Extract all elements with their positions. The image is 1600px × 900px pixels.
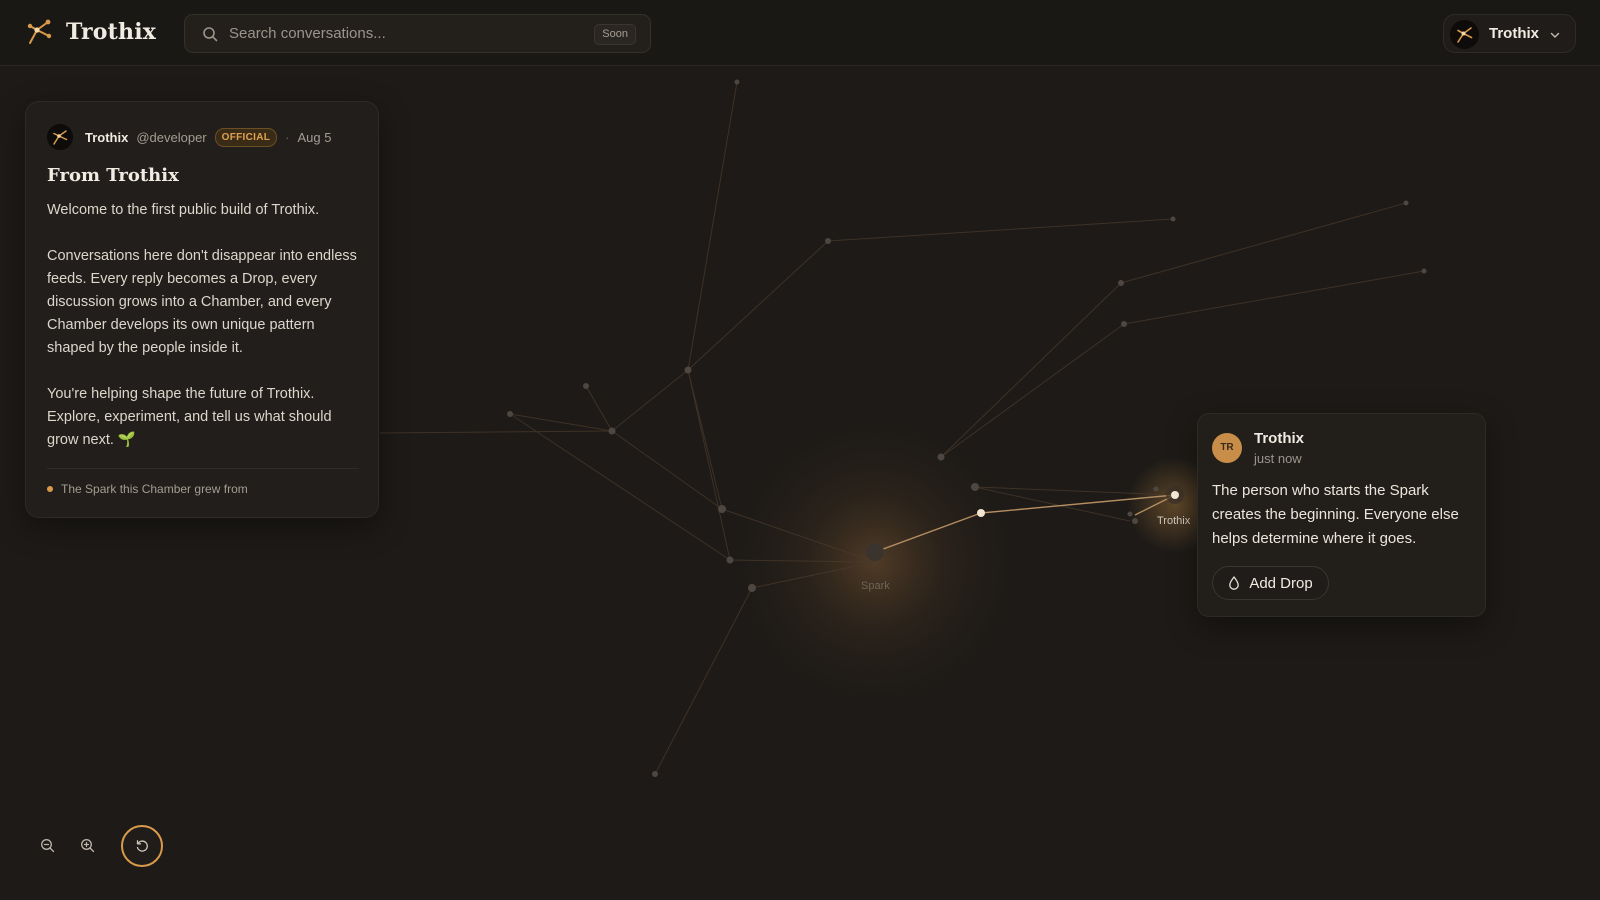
graph-node[interactable] — [583, 383, 589, 389]
graph-node[interactable] — [1403, 200, 1409, 206]
divider — [47, 468, 359, 469]
graph-node[interactable] — [608, 427, 616, 435]
graph-node[interactable] — [1118, 280, 1124, 286]
add-drop-label: Add Drop — [1249, 574, 1313, 592]
graph-edge — [687, 240, 829, 371]
separator-dot: · — [285, 129, 290, 145]
graph-node[interactable] — [748, 584, 756, 592]
reset-view-icon — [136, 839, 148, 852]
graph-edge — [585, 385, 613, 432]
graph-node[interactable] — [1170, 216, 1176, 222]
graph-edge — [654, 587, 753, 775]
graph-node[interactable] — [1153, 486, 1159, 492]
graph-edge — [379, 430, 613, 434]
soon-badge: Soon — [594, 24, 636, 45]
zoom-controls — [25, 822, 165, 868]
graph-edge — [1120, 202, 1407, 284]
post-paragraph: You're helping shape the future of Troth… — [47, 386, 332, 448]
zoom-in-button[interactable] — [73, 831, 101, 859]
spark-label: Spark — [861, 580, 890, 592]
post-body: Welcome to the first public build of Tro… — [47, 199, 363, 475]
app-name: Trothix — [66, 19, 157, 45]
graph-node[interactable] — [718, 505, 726, 513]
graph-node[interactable] — [937, 453, 945, 461]
drop-author-avatar: TR — [1212, 433, 1242, 463]
spark-origin-note: The Spark this Chamber grew from — [47, 482, 248, 496]
droplet-icon — [1229, 576, 1240, 590]
post-paragraph: Conversations here don't disappear into … — [47, 248, 357, 356]
brand[interactable]: Trothix — [24, 17, 156, 47]
status-dot-icon — [47, 486, 53, 492]
spark-node[interactable] — [866, 543, 884, 561]
graph-node[interactable] — [652, 771, 658, 777]
trothix-logo-icon — [27, 19, 52, 44]
search-bar[interactable]: Soon — [184, 14, 651, 53]
post-date: Aug 5 — [297, 129, 332, 145]
graph-node[interactable] — [1421, 268, 1427, 274]
search-icon — [203, 27, 218, 42]
account-name: Trothix — [1489, 25, 1540, 42]
chevron-down-icon — [1550, 32, 1560, 39]
search-input[interactable] — [227, 15, 567, 52]
post-header: Trothix @developer OFFICIAL · Aug 5 — [47, 124, 331, 150]
active-node-label: Trothix — [1157, 515, 1191, 527]
account-menu[interactable]: Trothix — [1443, 14, 1576, 53]
graph-edge — [509, 413, 731, 561]
account-avatar — [1450, 20, 1479, 49]
graph-edge — [611, 369, 689, 432]
zoom-in-icon — [80, 838, 94, 852]
graph-node[interactable] — [1127, 511, 1133, 517]
graph-edge — [687, 369, 731, 561]
drop-author[interactable]: Trothix — [1254, 430, 1304, 447]
zoom-out-icon — [40, 838, 54, 852]
drop-popup-card: TR Trothix just now The person who start… — [1197, 413, 1486, 617]
post-author[interactable]: Trothix — [85, 130, 128, 145]
graph-node[interactable] — [971, 483, 979, 491]
spark-post-card: Trothix @developer OFFICIAL · Aug 5 From… — [25, 101, 379, 518]
add-drop-button[interactable]: Add Drop — [1212, 566, 1329, 600]
graph-node[interactable] — [726, 556, 734, 564]
official-badge: OFFICIAL — [214, 127, 278, 147]
graph-edge — [940, 323, 1125, 458]
active-node[interactable] — [1171, 491, 1179, 499]
zoom-out-button[interactable] — [33, 831, 61, 859]
graph-edge — [1123, 270, 1425, 325]
reset-view-button[interactable] — [121, 825, 163, 867]
graph-edge — [827, 218, 1174, 242]
drop-timestamp: just now — [1254, 451, 1302, 466]
drop-text: The person who starts the Spark creates … — [1212, 482, 1459, 547]
graph-node[interactable] — [825, 238, 831, 244]
graph-edge — [940, 282, 1122, 458]
graph-node[interactable] — [1132, 518, 1138, 524]
post-title: From Trothix — [47, 165, 179, 186]
top-bar: Trothix Soon Trothix — [0, 0, 1600, 66]
post-author-avatar — [47, 124, 73, 150]
graph-node[interactable] — [684, 366, 692, 374]
drop-node[interactable] — [977, 509, 985, 517]
graph-node[interactable] — [507, 411, 513, 417]
graph-edge — [687, 81, 738, 371]
graph-node[interactable] — [734, 79, 740, 85]
post-handle[interactable]: @developer — [136, 130, 206, 145]
graph-edge — [509, 413, 613, 432]
graph-node[interactable] — [1121, 321, 1127, 327]
post-paragraph: Welcome to the first public build of Tro… — [47, 202, 320, 218]
spark-origin-text: The Spark this Chamber grew from — [61, 482, 248, 496]
